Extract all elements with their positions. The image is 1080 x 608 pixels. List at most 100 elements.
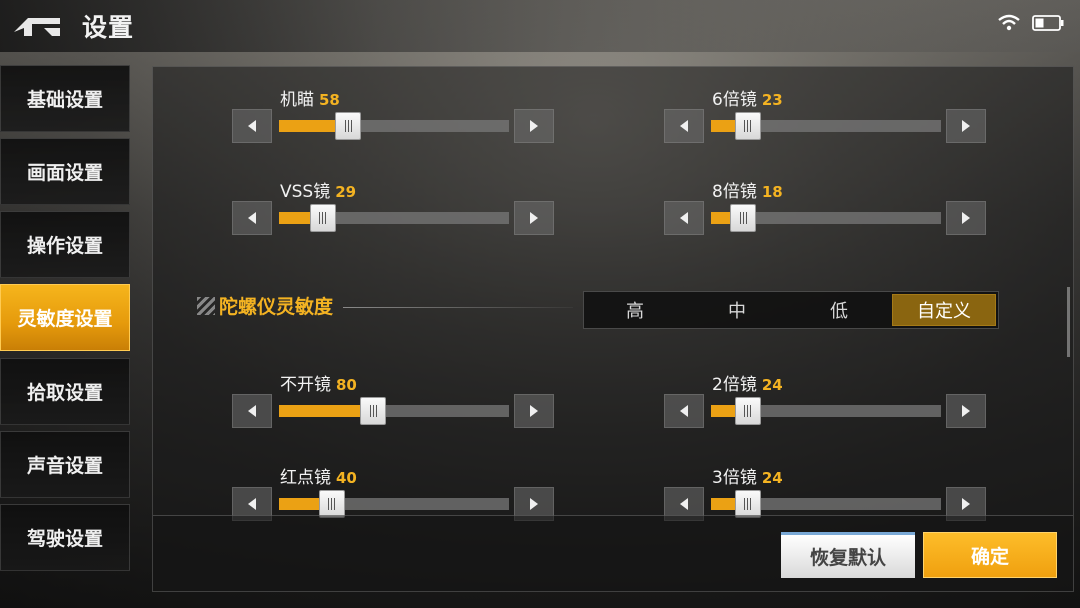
slider-track[interactable] <box>279 490 509 518</box>
scrollbar[interactable] <box>1067 287 1070 357</box>
footer-bar: 恢复默认 确定 <box>153 515 1073 591</box>
arrow-right-icon <box>962 498 970 510</box>
increase-button[interactable] <box>514 394 554 428</box>
reset-default-button[interactable]: 恢复默认 <box>781 532 915 578</box>
slider-label: VSS镜 29 <box>280 182 357 202</box>
decrease-button[interactable] <box>232 109 272 143</box>
arrow-left-icon <box>248 498 256 510</box>
slider-red-dot: 红点镜 40 <box>232 463 554 523</box>
increase-button[interactable] <box>946 201 986 235</box>
sidebar-item-graphics[interactable]: 画面设置 <box>0 138 130 205</box>
slider-no-scope: 不开镜 80 <box>232 370 554 430</box>
slider-label: 3倍镜 24 <box>712 468 783 488</box>
arrow-right-icon <box>530 212 538 224</box>
arrow-right-icon <box>530 405 538 417</box>
gyro-section-header: 陀螺仪灵敏度 <box>197 289 577 319</box>
slider-ironsight: 机瞄 58 <box>232 85 554 145</box>
arrow-left-icon <box>248 120 256 132</box>
arrow-right-icon <box>962 120 970 132</box>
slider-thumb[interactable] <box>734 490 761 518</box>
slider-track[interactable] <box>711 397 941 425</box>
slider-label: 8倍镜 18 <box>712 182 783 202</box>
slider-value: 58 <box>319 91 340 109</box>
slider-2x-scope: 2倍镜 24 <box>664 370 986 430</box>
arrow-right-icon <box>962 212 970 224</box>
slider-label: 机瞄 58 <box>280 90 340 110</box>
battery-icon <box>1032 15 1064 35</box>
arrow-left-icon <box>680 498 688 510</box>
slider-value: 24 <box>761 376 783 394</box>
slider-value: 18 <box>761 183 783 201</box>
slider-thumb[interactable] <box>734 397 761 425</box>
slider-thumb[interactable] <box>318 490 345 518</box>
arrow-left-icon <box>248 405 256 417</box>
arrow-left-icon <box>680 120 688 132</box>
gyro-option-custom[interactable]: 自定义 <box>892 294 996 326</box>
sidebar-item-label: 画面设置 <box>26 162 103 184</box>
slider-thumb[interactable] <box>730 204 757 232</box>
sidebar-item-vehicle[interactable]: 驾驶设置 <box>0 504 130 571</box>
stripe-icon <box>197 297 215 315</box>
header-bar: 设置 <box>0 0 1080 52</box>
slider-thumb[interactable] <box>335 112 361 140</box>
arrow-right-icon <box>530 498 538 510</box>
decrease-button[interactable] <box>664 201 704 235</box>
increase-button[interactable] <box>946 394 986 428</box>
slider-label: 不开镜 80 <box>280 375 357 395</box>
increase-button[interactable] <box>514 109 554 143</box>
wifi-icon <box>998 14 1020 36</box>
sidebar-item-pickup[interactable]: 拾取设置 <box>0 358 130 425</box>
sidebar-item-label: 灵敏度设置 <box>17 308 113 330</box>
arrow-left-icon <box>680 212 688 224</box>
sidebar-item-label: 操作设置 <box>26 235 103 257</box>
gyro-section-title: 陀螺仪灵敏度 <box>219 296 334 318</box>
sidebar-item-label: 声音设置 <box>26 455 103 477</box>
decrease-button[interactable] <box>232 394 272 428</box>
sidebar-item-sensitivity[interactable]: 灵敏度设置 <box>0 284 130 351</box>
gyro-option-high[interactable]: 高 <box>584 292 686 328</box>
divider <box>343 307 573 308</box>
sidebar-item-label: 驾驶设置 <box>26 528 103 550</box>
slider-vss-scope: VSS镜 29 <box>232 177 554 237</box>
slider-track[interactable] <box>279 112 509 140</box>
arrow-left-icon <box>248 212 256 224</box>
decrease-button[interactable] <box>664 109 704 143</box>
slider-thumb[interactable] <box>309 204 336 232</box>
confirm-button[interactable]: 确定 <box>923 532 1057 578</box>
slider-track[interactable] <box>711 490 941 518</box>
gyro-option-low[interactable]: 低 <box>788 292 890 328</box>
slider-value: 80 <box>336 376 357 394</box>
slider-track[interactable] <box>279 397 509 425</box>
slider-label: 6倍镜 23 <box>712 90 783 110</box>
arrow-right-icon <box>530 120 538 132</box>
arrow-right-icon <box>962 405 970 417</box>
decrease-button[interactable] <box>664 394 704 428</box>
slider-8x-scope: 8倍镜 18 <box>664 177 986 237</box>
sidebar-item-audio[interactable]: 声音设置 <box>0 431 130 498</box>
sidebar-item-controls[interactable]: 操作设置 <box>0 211 130 278</box>
slider-value: 40 <box>336 469 357 487</box>
slider-track[interactable] <box>711 112 941 140</box>
slider-3x-scope: 3倍镜 24 <box>664 463 986 523</box>
slider-6x-scope: 6倍镜 23 <box>664 85 986 145</box>
settings-panel: 机瞄 58 6倍镜 23 VSS镜 29 8倍镜 18 陀螺仪灵敏度 高 中 低 自定义… <box>152 66 1074 592</box>
decrease-button[interactable] <box>232 201 272 235</box>
sidebar-item-basic[interactable]: 基础设置 <box>0 65 130 132</box>
sidebar-item-label: 拾取设置 <box>26 382 103 404</box>
sidebar-item-label: 基础设置 <box>26 89 103 111</box>
increase-button[interactable] <box>946 109 986 143</box>
slider-value: 29 <box>335 183 357 201</box>
slider-track[interactable] <box>711 204 941 232</box>
slider-track[interactable] <box>279 204 509 232</box>
gyro-option-medium[interactable]: 中 <box>686 292 788 328</box>
slider-label: 红点镜 40 <box>280 468 357 488</box>
slider-fill <box>279 405 374 417</box>
back-button[interactable] <box>10 10 66 42</box>
slider-value: 24 <box>761 469 783 487</box>
slider-thumb[interactable] <box>734 112 761 140</box>
gyro-preset-selector: 高 中 低 自定义 <box>583 291 999 329</box>
back-arrow-icon <box>14 18 60 36</box>
increase-button[interactable] <box>514 201 554 235</box>
slider-thumb[interactable] <box>360 397 387 425</box>
arrow-left-icon <box>680 405 688 417</box>
